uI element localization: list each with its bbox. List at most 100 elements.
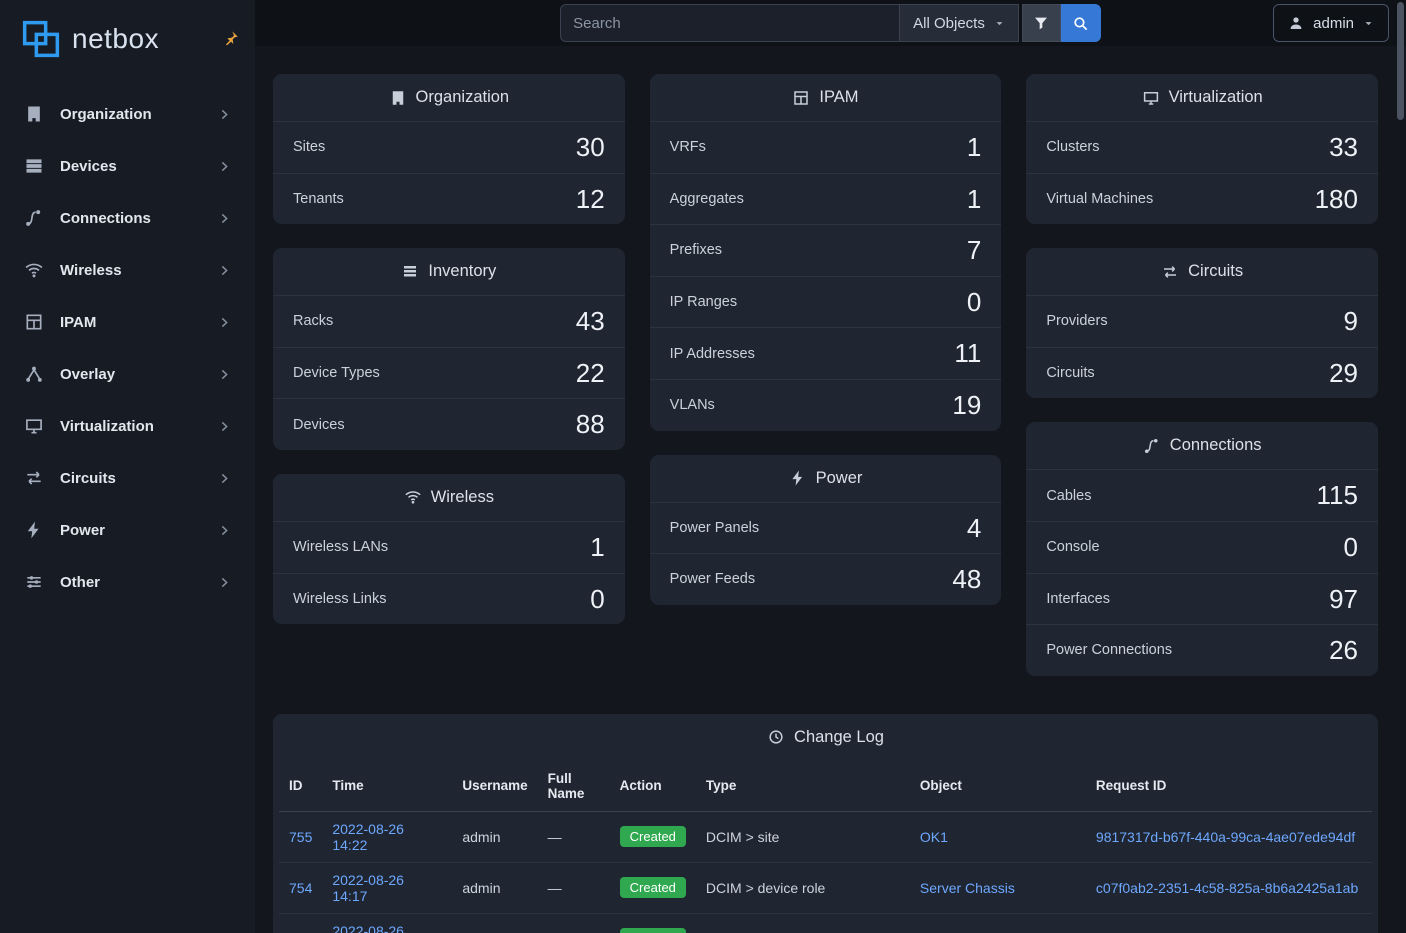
stat-label: IP Addresses bbox=[670, 346, 755, 362]
stat-row-prefixes[interactable]: Prefixes 7 bbox=[650, 224, 1002, 276]
chevron-right-icon bbox=[218, 160, 231, 173]
main-area: All Objects admin Organization bbox=[255, 0, 1406, 933]
stat-value: 115 bbox=[1317, 481, 1358, 510]
action-created-badge: Created bbox=[620, 928, 686, 933]
stat-value: 97 bbox=[1329, 585, 1358, 614]
scrollbar-thumb[interactable] bbox=[1397, 2, 1404, 120]
stat-row-circuits[interactable]: Circuits 29 bbox=[1026, 347, 1378, 399]
chevron-right-icon bbox=[218, 472, 231, 485]
search-submit-button[interactable] bbox=[1061, 4, 1101, 42]
column-header-object: Object bbox=[910, 761, 1086, 812]
change-time-link[interactable]: 2022-08-26 14:15 bbox=[332, 923, 404, 933]
card-title: Organization bbox=[273, 74, 625, 122]
sidebar-item-label: IPAM bbox=[60, 314, 96, 331]
stat-row-sites[interactable]: Sites 30 bbox=[273, 122, 625, 173]
stat-label: Providers bbox=[1046, 313, 1107, 329]
card-organization: Organization Sites 30 Tenants 12 bbox=[273, 74, 625, 224]
stat-row-device-types[interactable]: Device Types 22 bbox=[273, 347, 625, 399]
person-icon bbox=[1288, 15, 1304, 31]
stat-row-clusters[interactable]: Clusters 33 bbox=[1026, 122, 1378, 173]
stat-row-power-connections[interactable]: Power Connections 26 bbox=[1026, 624, 1378, 676]
stat-row-aggregates[interactable]: Aggregates 1 bbox=[650, 173, 1002, 225]
stats-grid: Organization Sites 30 Tenants 12 Invento… bbox=[273, 74, 1378, 676]
card-title: Inventory bbox=[273, 248, 625, 296]
sidebar-item-other[interactable]: Other bbox=[0, 556, 255, 608]
sidebar-item-label: Wireless bbox=[60, 262, 122, 279]
wifi-icon bbox=[24, 260, 44, 280]
stat-value: 33 bbox=[1329, 133, 1358, 162]
sidebar-item-label: Organization bbox=[60, 106, 152, 123]
username-cell: admin bbox=[452, 913, 537, 933]
stat-row-wireless-lans[interactable]: Wireless LANs 1 bbox=[273, 522, 625, 573]
stat-row-vlans[interactable]: VLANs 19 bbox=[650, 379, 1002, 431]
stat-row-console[interactable]: Console 0 bbox=[1026, 521, 1378, 573]
stat-label: Virtual Machines bbox=[1046, 191, 1153, 207]
table-header-row: ID Time Username Full Name Action Type O… bbox=[279, 761, 1372, 812]
object-link[interactable]: Server Chassis bbox=[920, 880, 1015, 896]
object-link[interactable]: OK1 bbox=[920, 829, 948, 845]
brand-name: netbox bbox=[72, 23, 159, 55]
chevron-right-icon bbox=[218, 368, 231, 381]
sidebar-item-virtualization[interactable]: Virtualization bbox=[0, 400, 255, 452]
change-id-link[interactable]: 754 bbox=[289, 880, 312, 896]
card-title: Wireless bbox=[273, 474, 625, 522]
stat-row-cables[interactable]: Cables 115 bbox=[1026, 470, 1378, 521]
topbar: All Objects admin bbox=[255, 0, 1406, 46]
stat-label: Power Connections bbox=[1046, 642, 1172, 658]
stat-value: 26 bbox=[1329, 636, 1358, 665]
sidebar-item-power[interactable]: Power bbox=[0, 504, 255, 556]
sidebar-item-ipam[interactable]: IPAM bbox=[0, 296, 255, 348]
building-icon bbox=[389, 89, 407, 107]
stat-row-devices[interactable]: Devices 88 bbox=[273, 398, 625, 450]
object-type-dropdown[interactable]: All Objects bbox=[900, 4, 1019, 42]
sidebar-item-circuits[interactable]: Circuits bbox=[0, 452, 255, 504]
user-menu-button[interactable]: admin bbox=[1273, 4, 1389, 42]
sidebar-menu: Organization Devices Connections Wireles… bbox=[0, 78, 255, 608]
stat-row-tenants[interactable]: Tenants 12 bbox=[273, 173, 625, 225]
username-cell: admin bbox=[452, 862, 537, 913]
action-created-badge: Created bbox=[620, 877, 686, 898]
stat-label: Cables bbox=[1046, 488, 1091, 504]
full-name-cell: — bbox=[538, 862, 610, 913]
search-input[interactable] bbox=[560, 4, 900, 42]
request-id-link[interactable]: c07f0ab2-2351-4c58-825a-8b6a2425a1ab bbox=[1096, 880, 1358, 896]
stat-row-racks[interactable]: Racks 43 bbox=[273, 296, 625, 347]
caret-down-icon bbox=[1363, 18, 1374, 29]
transfer-icon bbox=[24, 468, 44, 488]
pin-sidebar-icon[interactable] bbox=[223, 30, 239, 46]
request-id-link[interactable]: 9817317d-b67f-440a-99ca-4ae07ede94df bbox=[1096, 829, 1355, 845]
stat-row-wireless-links[interactable]: Wireless Links 0 bbox=[273, 573, 625, 625]
stat-row-providers[interactable]: Providers 9 bbox=[1026, 296, 1378, 347]
full-name-cell: — bbox=[538, 811, 610, 862]
sidebar-item-label: Overlay bbox=[60, 366, 115, 383]
stat-row-ip-addresses[interactable]: IP Addresses 11 bbox=[650, 327, 1002, 379]
stat-label: Prefixes bbox=[670, 242, 722, 258]
stat-row-ip-ranges[interactable]: IP Ranges 0 bbox=[650, 276, 1002, 328]
chevron-right-icon bbox=[218, 264, 231, 277]
stat-row-power-feeds[interactable]: Power Feeds 48 bbox=[650, 553, 1002, 605]
sidebar-item-label: Connections bbox=[60, 210, 151, 227]
stat-row-power-panels[interactable]: Power Panels 4 bbox=[650, 503, 1002, 554]
sidebar-item-overlay[interactable]: Overlay bbox=[0, 348, 255, 400]
sidebar-item-connections[interactable]: Connections bbox=[0, 192, 255, 244]
stat-label: Console bbox=[1046, 539, 1099, 555]
sidebar-item-devices[interactable]: Devices bbox=[0, 140, 255, 192]
stat-label: Tenants bbox=[293, 191, 344, 207]
stat-row-virtual-machines[interactable]: Virtual Machines 180 bbox=[1026, 173, 1378, 225]
change-id-link[interactable]: 755 bbox=[289, 829, 312, 845]
change-time-link[interactable]: 2022-08-26 14:22 bbox=[332, 821, 404, 853]
funnel-icon bbox=[1033, 15, 1049, 31]
card-inventory: Inventory Racks 43 Device Types 22 Devic… bbox=[273, 248, 625, 450]
netbox-home-link[interactable]: netbox bbox=[0, 0, 255, 78]
sidebar-item-wireless[interactable]: Wireless bbox=[0, 244, 255, 296]
change-time-link[interactable]: 2022-08-26 14:17 bbox=[332, 872, 404, 904]
sidebar-item-organization[interactable]: Organization bbox=[0, 88, 255, 140]
chevron-right-icon bbox=[218, 420, 231, 433]
stat-row-vrfs[interactable]: VRFs 1 bbox=[650, 122, 1002, 173]
stats-column-1: Organization Sites 30 Tenants 12 Invento… bbox=[273, 74, 625, 624]
stat-label: Racks bbox=[293, 313, 333, 329]
filter-button[interactable] bbox=[1022, 4, 1061, 42]
stat-row-interfaces[interactable]: Interfaces 97 bbox=[1026, 573, 1378, 625]
column-header-time: Time bbox=[322, 761, 452, 812]
server-icon bbox=[24, 156, 44, 176]
